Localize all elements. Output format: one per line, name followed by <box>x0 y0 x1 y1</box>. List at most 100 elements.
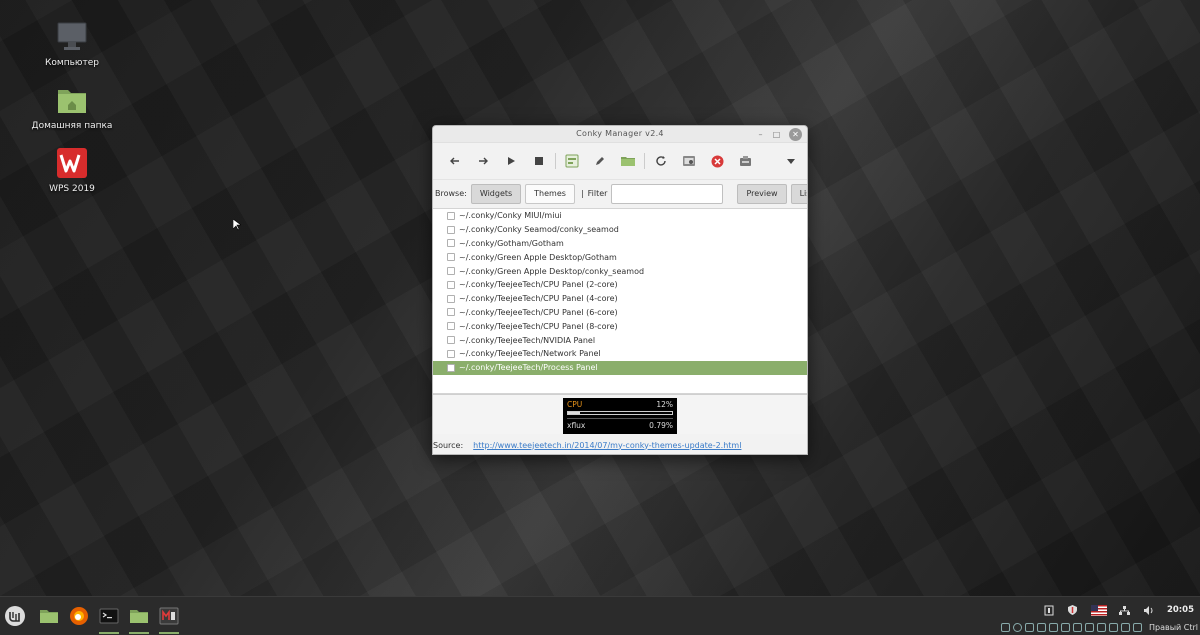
source-label: Source: <box>433 440 464 450</box>
taskbar-firefox-launcher[interactable] <box>66 603 92 629</box>
widget-list-item[interactable]: ~/.conky/TeejeeTech/Process Panel <box>433 360 807 375</box>
tray-mini-icon-12[interactable] <box>1132 622 1142 632</box>
refresh-icon <box>656 156 666 166</box>
forward-button[interactable] <box>469 147 497 175</box>
process-line: xflux 0.79% <box>567 418 673 430</box>
widget-list-item[interactable]: ~/.conky/Green Apple Desktop/Gotham <box>433 250 807 264</box>
taskbar: 20:05 Правый Ctrl <box>0 596 1200 635</box>
tray-network-icon[interactable] <box>1119 604 1131 616</box>
widget-path-label: ~/.conky/Conky MIUI/miui <box>459 211 562 221</box>
widget-checkbox[interactable] <box>447 294 455 303</box>
desktop-icon-label: Домашняя папка <box>31 121 113 131</box>
preview-area: CPU 12% xflux 0.79% <box>433 394 807 434</box>
widget-list-item[interactable]: ~/.conky/Conky MIUI/miui <box>433 209 807 223</box>
maximize-button[interactable]: □ <box>770 128 783 141</box>
desktop-icon-computer[interactable]: Компьютер <box>17 20 127 68</box>
source-link[interactable]: http://www.teejeetech.in/2014/07/my-conk… <box>473 441 741 450</box>
widget-checkbox[interactable] <box>447 308 455 317</box>
desktop-icon-home-folder[interactable]: Домашняя папка <box>17 83 127 131</box>
filter-label: Filter <box>587 189 608 198</box>
widgets-toggle-button[interactable]: Widgets <box>470 183 522 204</box>
kill-conky-button[interactable] <box>703 147 731 175</box>
menu-button[interactable] <box>777 147 805 175</box>
widget-list-item[interactable]: ~/.conky/TeejeeTech/CPU Panel (2-core) <box>433 278 807 292</box>
tray-shield-icon[interactable] <box>1067 604 1079 616</box>
close-button[interactable]: ✕ <box>789 128 802 141</box>
list-button[interactable]: List <box>790 183 807 204</box>
open-folder-button[interactable] <box>614 147 642 175</box>
edit-widget-button[interactable] <box>558 147 586 175</box>
tray-mini-icon-4[interactable] <box>1036 622 1046 632</box>
widget-checkbox[interactable] <box>447 363 455 372</box>
folder-icon <box>130 610 148 623</box>
widget-checkbox[interactable] <box>447 211 455 220</box>
tray-clipboard-icon[interactable] <box>1043 604 1055 616</box>
filter-input[interactable] <box>611 183 724 204</box>
tray-mini-icon-7[interactable] <box>1072 622 1082 632</box>
widget-checkbox[interactable] <box>447 349 455 358</box>
tray-mini-icon-11[interactable] <box>1120 622 1130 632</box>
widget-list-item[interactable]: ~/.conky/TeejeeTech/NVIDIA Panel <box>433 333 807 347</box>
browse-label: Browse: <box>435 189 467 198</box>
clock[interactable]: 20:05 <box>1167 605 1194 615</box>
tray-mini-icon-9[interactable] <box>1096 622 1106 632</box>
browse-separator: | <box>580 189 584 198</box>
widget-list-item[interactable]: ~/.conky/Green Apple Desktop/conky_seamo… <box>433 264 807 278</box>
tray-mini-icon-1[interactable] <box>1000 622 1010 632</box>
tray-mini-icon-10[interactable] <box>1108 622 1118 632</box>
widget-checkbox[interactable] <box>447 225 455 234</box>
back-button[interactable] <box>441 147 469 175</box>
menu-icon <box>787 159 795 164</box>
widget-checkbox[interactable] <box>447 239 455 248</box>
cpu-line: CPU 12% <box>567 400 673 409</box>
widget-list-item[interactable]: ~/.conky/Gotham/Gotham <box>433 237 807 251</box>
widget-checkbox[interactable] <box>447 336 455 345</box>
tray-us-flag-icon[interactable] <box>1090 604 1107 616</box>
widget-list-item[interactable]: ~/.conky/TeejeeTech/Network Panel <box>433 347 807 361</box>
widget-path-label: ~/.conky/TeejeeTech/NVIDIA Panel <box>459 335 596 345</box>
taskbar-terminal-launcher[interactable] <box>96 603 122 634</box>
widget-checkbox[interactable] <box>447 322 455 331</box>
widget-list-item[interactable]: ~/.conky/TeejeeTech/CPU Panel (4-core) <box>433 292 807 306</box>
widget-list-item[interactable]: ~/.conky/Conky Seamod/conky_seamod <box>433 223 807 237</box>
pencil-icon <box>596 157 604 165</box>
widget-path-label: ~/.conky/Gotham/Gotham <box>459 238 564 248</box>
themes-toggle-button[interactable]: Themes <box>525 183 575 204</box>
tray-mini-icon-2[interactable] <box>1012 622 1022 632</box>
keyboard-layout-label: Правый Ctrl <box>1148 622 1198 632</box>
preview-button[interactable]: Preview <box>737 183 787 204</box>
widget-path-label: ~/.conky/TeejeeTech/CPU Panel (8-core) <box>459 321 618 331</box>
desktop-icon-label: Компьютер <box>45 58 99 68</box>
window-title: Conky Manager v2.4 <box>576 129 664 138</box>
donate-button[interactable] <box>731 147 759 175</box>
widget-list-item[interactable]: ~/.conky/TeejeeTech/CPU Panel (8-core) <box>433 319 807 333</box>
refresh-button[interactable] <box>647 147 675 175</box>
widget-checkbox[interactable] <box>447 280 455 289</box>
tray-mini-icon-5[interactable] <box>1048 622 1058 632</box>
wps-logo-icon <box>57 148 87 178</box>
back-icon <box>450 157 459 165</box>
start-menu-button[interactable] <box>2 603 28 629</box>
tray-bottom-row: Правый Ctrl <box>1000 620 1200 634</box>
settings-icon <box>683 156 695 166</box>
tray-volume-icon[interactable] <box>1143 604 1155 616</box>
widget-checkbox[interactable] <box>447 253 455 262</box>
tray-mini-icon-3[interactable] <box>1024 622 1034 632</box>
start-button[interactable] <box>497 147 525 175</box>
taskbar-files-window[interactable] <box>126 603 152 634</box>
tray-mini-icon-8[interactable] <box>1084 622 1094 632</box>
stop-button[interactable] <box>525 147 553 175</box>
window-titlebar[interactable]: Conky Manager v2.4 – □ ✕ <box>433 126 807 143</box>
system-tray: 20:05 <box>1037 602 1200 618</box>
taskbar-files-launcher[interactable] <box>36 603 62 629</box>
settings-button[interactable] <box>675 147 703 175</box>
widget-list-item[interactable]: ~/.conky/TeejeeTech/CPU Panel (6-core) <box>433 306 807 320</box>
edit-button[interactable] <box>586 147 614 175</box>
taskbar-conky-manager-window[interactable] <box>156 603 182 634</box>
widget-checkbox[interactable] <box>447 267 455 276</box>
tray-mini-icon-6[interactable] <box>1060 622 1070 632</box>
mouse-cursor-icon <box>233 219 241 231</box>
desktop-icon-wps[interactable]: WPS 2019 <box>17 146 127 194</box>
widget-path-label: ~/.conky/Green Apple Desktop/conky_seamo… <box>459 266 645 276</box>
minimize-button[interactable]: – <box>754 128 767 141</box>
